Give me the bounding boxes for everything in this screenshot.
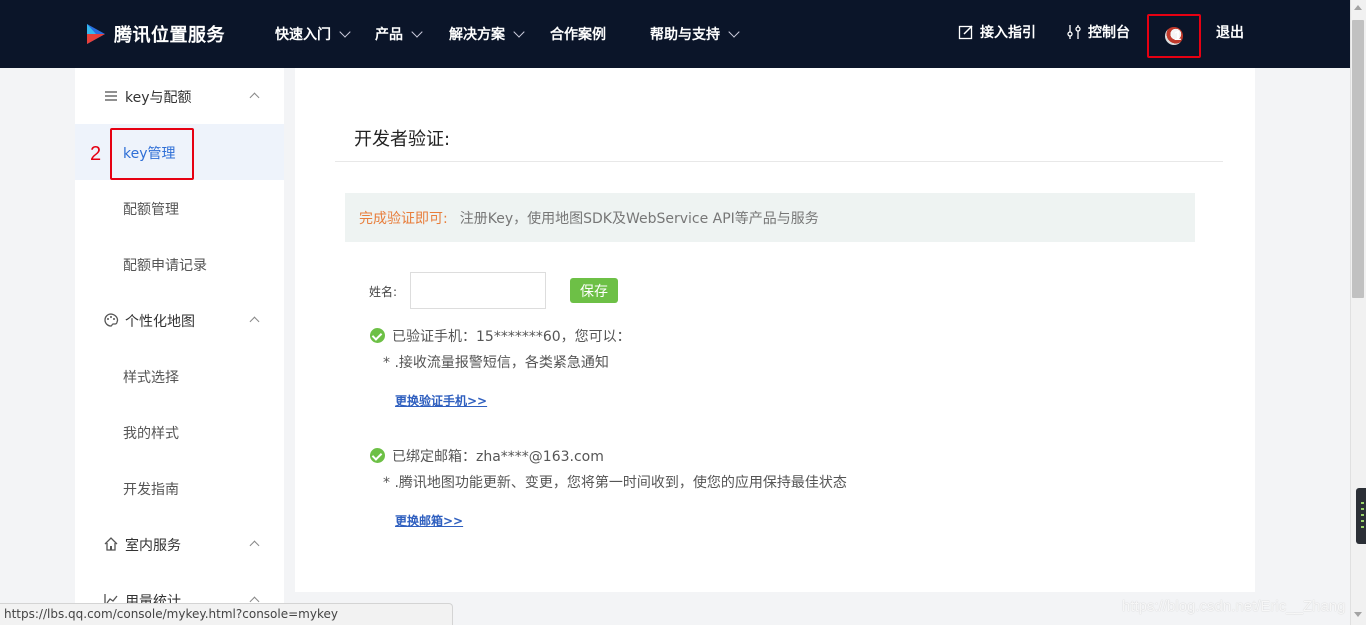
chevron-up-icon	[249, 316, 260, 327]
main-panel: 开发者验证: 完成验证即可: 注册Key，使用地图SDK及WebService …	[295, 68, 1255, 592]
verification-notice: 完成验证即可: 注册Key，使用地图SDK及WebService API等产品与…	[345, 193, 1195, 242]
chevron-down-icon	[728, 25, 740, 38]
sliders-icon	[1067, 25, 1081, 39]
console-link[interactable]: 控制台	[1066, 22, 1130, 42]
check-circle-icon	[370, 448, 385, 463]
annotation-number-1: 1	[1174, 28, 1182, 43]
sidebar-item-label: 样式选择	[123, 370, 179, 386]
phone-benefit: * .接收流量报警短信，各类紧急通知	[383, 355, 609, 371]
notice-highlight: 完成验证即可:	[359, 210, 448, 227]
home-icon	[104, 537, 118, 551]
nav-label: 快速入门	[275, 27, 331, 43]
brand-logo[interactable]: 腾讯位置服务	[84, 21, 225, 47]
nav-help[interactable]: 帮助与支持	[650, 24, 740, 44]
nav-cases[interactable]: 合作案例	[550, 24, 606, 44]
logout-link[interactable]: 退出	[1216, 22, 1244, 42]
nav-label: 产品	[375, 27, 403, 43]
chevron-down-icon	[339, 25, 351, 38]
sidebar-item-label: 我的样式	[123, 426, 179, 442]
sidebar-group-key[interactable]: key与配额	[75, 68, 284, 124]
guide-link[interactable]: 接入指引	[958, 22, 1036, 42]
list-icon	[105, 91, 117, 101]
sidebar-item-label: 配额申请记录	[123, 258, 207, 274]
sidebar-group-indoor[interactable]: 室内服务	[75, 516, 284, 572]
notice-text: 注册Key，使用地图SDK及WebService API等产品与服务	[459, 210, 819, 227]
nav-label: 解决方案	[449, 27, 505, 43]
watermark: https://blog.csdn.net/Eric__Zhang	[1122, 598, 1346, 615]
guide-label: 接入指引	[980, 25, 1036, 41]
sidebar-group-custom-map[interactable]: 个性化地图	[75, 292, 284, 348]
name-label: 姓名:	[369, 285, 398, 299]
sidebar-item-my-styles[interactable]: 我的样式	[75, 404, 284, 460]
chevron-down-icon	[513, 25, 525, 38]
nav-label: 合作案例	[550, 27, 606, 43]
nav-products[interactable]: 产品	[375, 24, 423, 44]
nav-label: 帮助与支持	[650, 27, 720, 43]
phone-status: 已验证手机：15*******60，您可以：	[392, 329, 631, 345]
tencent-map-logo-icon	[87, 24, 105, 44]
change-phone-link[interactable]: 更换验证手机>>	[395, 392, 487, 409]
name-input[interactable]	[410, 272, 546, 309]
scroll-up-arrow-icon[interactable]	[1354, 5, 1362, 10]
sidebar-group-label: 室内服务	[125, 538, 181, 554]
scroll-down-arrow-icon[interactable]	[1354, 612, 1362, 617]
logout-label: 退出	[1216, 25, 1244, 41]
change-email-link[interactable]: 更换邮箱>>	[395, 512, 463, 529]
chevron-up-icon	[249, 92, 260, 103]
annotation-box-1: 1	[1147, 14, 1201, 58]
chevron-down-icon	[411, 25, 423, 38]
save-button[interactable]: 保存	[570, 278, 618, 303]
console-label: 控制台	[1088, 25, 1130, 41]
scrollbar-thumb[interactable]	[1352, 20, 1364, 298]
sidebar-item-style-select[interactable]: 样式选择	[75, 348, 284, 404]
sidebar-group-label: 个性化地图	[125, 314, 195, 330]
page-title: 开发者验证:	[354, 129, 451, 150]
edit-icon	[958, 25, 973, 40]
nav-quickstart[interactable]: 快速入门	[275, 24, 351, 44]
title-divider	[335, 161, 1223, 162]
sidebar-item-dev-guide[interactable]: 开发指南	[75, 460, 284, 516]
email-status: 已绑定邮箱：zha****@163.com	[392, 449, 604, 465]
annotation-number-2: 2	[90, 143, 102, 165]
sidebar-group-label: key与配额	[125, 90, 192, 106]
sidebar-item-label: 开发指南	[123, 482, 179, 498]
sidebar-item-quota-management[interactable]: 配额管理	[75, 180, 284, 236]
sidebar-item-quota-requests[interactable]: 配额申请记录	[75, 236, 284, 292]
check-circle-icon	[370, 328, 385, 343]
browser-status-bar: https://lbs.qq.com/console/mykey.html?co…	[0, 603, 453, 625]
email-benefit: * .腾讯地图功能更新、变更，您将第一时间收到，使您的应用保持最佳状态	[383, 475, 847, 491]
brand-name: 腾讯位置服务	[114, 25, 225, 46]
annotation-box-2	[110, 128, 194, 180]
chevron-up-icon	[249, 540, 260, 551]
palette-icon	[104, 313, 119, 327]
sidebar-item-label: 配额管理	[123, 202, 179, 218]
side-widget[interactable]	[1356, 488, 1366, 544]
nav-solutions[interactable]: 解决方案	[449, 24, 525, 44]
top-navbar: 腾讯位置服务 快速入门 产品 解决方案 合作案例 帮助与支持 接入指引 控制台	[0, 0, 1350, 68]
